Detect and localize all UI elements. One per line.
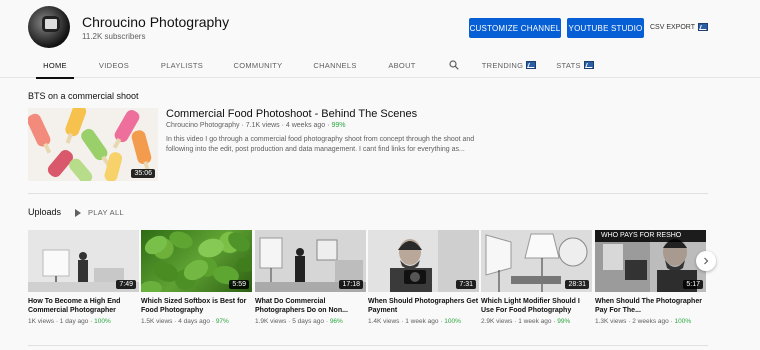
featured-views: 7.1K views — [245, 122, 280, 129]
video-age: 1 week ago — [518, 318, 552, 325]
video-like-pct: 100% — [674, 318, 692, 325]
featured-age: 4 weeks ago — [285, 122, 326, 129]
chart-icon — [526, 61, 537, 69]
tab-about[interactable]: ABOUT — [387, 52, 417, 78]
chart-icon — [583, 61, 594, 69]
video-title[interactable]: How To Become a High End Commercial Phot… — [28, 297, 139, 315]
video-duration: 5:17 — [683, 280, 703, 289]
tab-channels[interactable]: CHANNELS — [313, 52, 357, 78]
tab-stats-label: STATS — [556, 60, 581, 70]
video-duration: 35:06 — [131, 169, 155, 178]
video-title[interactable]: Which Light Modifier Should I Use For Fo… — [481, 297, 592, 315]
video-meta: 1.9K views · 5 days ago · 96% — [255, 318, 343, 325]
video-title[interactable]: What Do Commercial Photographers Do on N… — [255, 297, 366, 315]
video-views: 1.4K views — [368, 318, 400, 325]
video-card[interactable]: WHO PAYS FOR RESHO 5:17 When Should The … — [595, 230, 706, 325]
video-thumbnail[interactable]: 7:49 — [28, 230, 139, 292]
video-duration: 17:18 — [339, 280, 363, 289]
video-views: 2.9K views — [481, 318, 513, 325]
video-views: 1.3K views — [595, 318, 627, 325]
next-button[interactable] — [696, 251, 716, 271]
video-title[interactable]: When Should Photographers Get Payment — [368, 297, 479, 315]
subscriber-count: 11.2K subscribers — [82, 32, 146, 41]
search-icon[interactable] — [449, 60, 459, 70]
featured-video-description: In this video I go through a commercial … — [166, 136, 475, 153]
video-like-pct: 97% — [215, 318, 229, 325]
csv-export-button[interactable]: CSV EXPORT — [650, 23, 708, 31]
featured-video-title[interactable]: Commercial Food Photoshoot - Behind The … — [166, 108, 417, 120]
tab-home[interactable]: HOME — [36, 52, 74, 79]
video-like-pct: 100% — [444, 318, 461, 325]
video-thumbnail[interactable]: 17:18 — [255, 230, 366, 292]
customize-channel-button[interactable]: CUSTOMIZE CHANNEL — [469, 18, 561, 38]
play-icon — [75, 208, 81, 217]
video-duration: 5:59 — [229, 280, 249, 289]
video-views: 1K views — [28, 318, 55, 325]
video-title[interactable]: Which Sized Softbox is Best for Food Pho… — [141, 297, 252, 315]
tab-stats[interactable]: STATS — [556, 52, 594, 78]
video-thumbnail[interactable]: 28:31 — [481, 230, 592, 292]
channel-name: Chroucino Photography — [82, 14, 230, 30]
video-card[interactable]: 28:31 Which Light Modifier Should I Use … — [481, 230, 592, 325]
channel-tabs: HOME VIDEOS PLAYLISTS COMMUNITY CHANNELS… — [0, 52, 760, 79]
csv-export-label: CSV EXPORT — [650, 23, 695, 31]
video-meta: 2.9K views · 1 week ago · 99% — [481, 318, 571, 325]
tab-playlists[interactable]: PLAYLISTS — [160, 52, 204, 78]
video-views: 1.9K views — [255, 318, 287, 325]
video-title[interactable]: When Should The Photographer Pay For The… — [595, 297, 706, 315]
video-age: 5 days ago — [292, 318, 325, 325]
video-duration: 28:31 — [565, 280, 589, 289]
video-age: 2 weeks ago — [632, 318, 669, 325]
video-card[interactable]: 7:31 When Should Photographers Get Payme… — [368, 230, 479, 325]
youtube-studio-button[interactable]: YOUTUBE STUDIO — [567, 18, 644, 38]
channel-header: Chroucino Photography 11.2K subscribers … — [0, 0, 760, 52]
video-age: 4 days ago — [178, 318, 211, 325]
video-duration: 7:31 — [456, 280, 476, 289]
video-thumbnail[interactable]: WHO PAYS FOR RESHO 5:17 — [595, 230, 706, 292]
featured-section-title: BTS on a commercial shoot — [28, 91, 139, 101]
video-meta: 1.5K views · 4 days ago · 97% — [141, 318, 229, 325]
play-all-label: PLAY ALL — [88, 208, 124, 217]
featured-like-pct: 99% — [331, 122, 346, 129]
section-divider — [28, 193, 708, 194]
video-like-pct: 100% — [94, 318, 111, 325]
video-duration: 7:49 — [116, 280, 136, 289]
chart-icon — [698, 23, 708, 31]
play-all-button[interactable]: PLAY ALL — [75, 208, 124, 217]
video-like-pct: 96% — [329, 318, 343, 325]
video-card[interactable]: 5:59 Which Sized Softbox is Best for Foo… — [141, 230, 252, 325]
video-thumbnail[interactable]: 5:59 — [141, 230, 252, 292]
featured-channel[interactable]: Chroucino Photography — [166, 122, 240, 129]
section-divider — [28, 345, 708, 346]
tab-trending[interactable]: TRENDING — [481, 52, 537, 78]
uploads-section-title[interactable]: Uploads — [28, 207, 61, 217]
tab-community[interactable]: COMMUNITY — [233, 52, 283, 78]
video-thumbnail[interactable]: 7:31 — [368, 230, 479, 292]
featured-video-meta: Chroucino Photography · 7.1K views · 4 w… — [166, 122, 346, 129]
video-meta: 1K views · 1 day ago · 100% — [28, 318, 111, 325]
thumbnail-overlay-text: WHO PAYS FOR RESHO — [595, 230, 706, 242]
featured-video-thumbnail[interactable]: 35:06 — [28, 108, 158, 181]
tab-trending-label: TRENDING — [481, 60, 524, 70]
video-views: 1.5K views — [141, 318, 173, 325]
video-meta: 1.3K views · 2 weeks ago · 100% — [595, 318, 692, 325]
tab-videos[interactable]: VIDEOS — [98, 52, 130, 78]
chevron-right-icon — [704, 257, 709, 265]
video-age: 1 day ago — [59, 318, 89, 325]
video-card[interactable]: 17:18 What Do Commercial Photographers D… — [255, 230, 366, 325]
video-card[interactable]: 7:49 How To Become a High End Commercial… — [28, 230, 139, 325]
video-like-pct: 99% — [557, 318, 571, 325]
video-age: 1 week ago — [405, 318, 439, 325]
channel-avatar[interactable] — [28, 6, 70, 48]
video-meta: 1.4K views · 1 week ago · 100% — [368, 318, 461, 325]
